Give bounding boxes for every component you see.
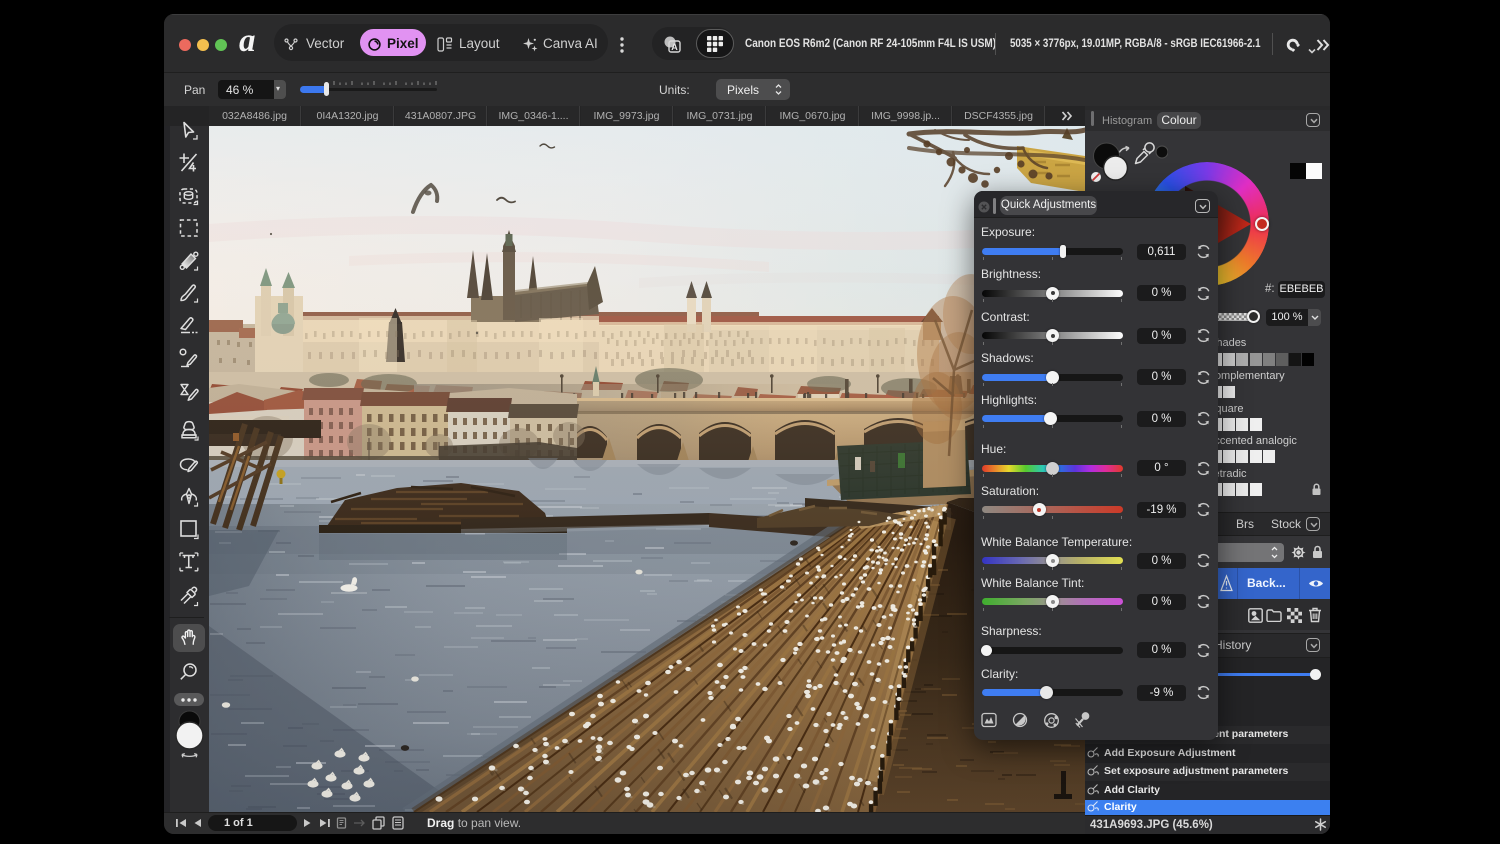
svg-text:A: A (671, 42, 678, 52)
